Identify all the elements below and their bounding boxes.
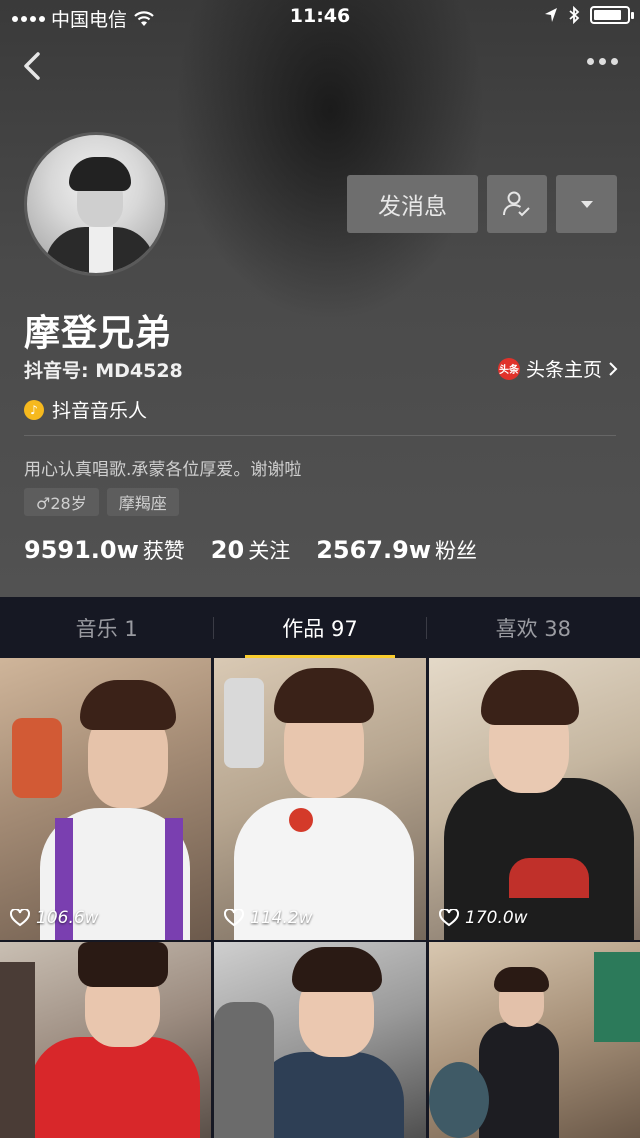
video-likes: 170.0w <box>439 908 528 928</box>
video-thumbnail[interactable]: 106.6w <box>0 658 211 940</box>
video-likes-count: 170.0w <box>465 908 528 928</box>
stat-followers-label: 粉丝 <box>435 539 477 563</box>
video-grid: 106.6w 114.2w 170.0w <box>0 658 640 1138</box>
video-likes-count: 106.6w <box>36 908 99 928</box>
profile-stats: 9591.0w 获赞 20 关注 2567.9w 粉丝 <box>24 535 503 565</box>
more-dropdown-button[interactable] <box>556 175 617 233</box>
stat-following[interactable]: 20 关注 <box>211 535 290 565</box>
tab-music[interactable]: 音乐 1 <box>0 597 213 658</box>
toutiao-logo-icon: 头条 <box>497 357 520 380</box>
video-likes-count: 114.2w <box>250 908 313 928</box>
battery-level <box>594 10 621 20</box>
stat-followers-value: 2567.9w <box>316 536 431 564</box>
douyin-id: 抖音号: MD4528 <box>24 360 183 382</box>
stat-followers[interactable]: 2567.9w 粉丝 <box>316 535 477 565</box>
bio: 用心认真唱歌.承蒙各位厚爱。谢谢啦 <box>24 460 302 480</box>
video-thumbnail[interactable]: 114.2w <box>214 658 426 940</box>
tab-works[interactable]: 作品 97 <box>213 597 426 658</box>
music-note-icon: ♪ <box>24 399 44 420</box>
follow-button[interactable] <box>487 175 547 233</box>
heart-icon <box>439 909 459 927</box>
profile-name: 摩登兄弟 <box>24 313 173 354</box>
tab-separator <box>213 617 214 639</box>
video-thumbnail[interactable] <box>429 942 640 1138</box>
heart-icon <box>224 909 244 927</box>
avatar[interactable] <box>24 132 168 276</box>
stat-following-label: 关注 <box>248 539 291 563</box>
verify-label: 抖音音乐人 <box>52 400 148 422</box>
status-right <box>544 6 634 24</box>
stat-following-value: 20 <box>210 536 245 564</box>
divider <box>24 435 616 436</box>
heart-icon <box>10 909 30 927</box>
bluetooth-icon <box>569 6 580 24</box>
more-options-icon[interactable] <box>587 58 618 65</box>
stat-likes-label: 获赞 <box>142 539 185 563</box>
toutiao-label: 头条主页 <box>525 359 602 381</box>
stat-likes-value: 9591.0w <box>24 536 139 564</box>
video-thumbnail[interactable] <box>214 942 426 1138</box>
location-icon <box>545 8 557 22</box>
video-likes: 114.2w <box>224 908 313 928</box>
video-thumbnail[interactable] <box>0 942 211 1138</box>
verified-musician: ♪ 抖音音乐人 <box>24 396 147 423</box>
tab-separator <box>426 617 427 639</box>
user-check-icon <box>503 191 530 217</box>
back-icon[interactable] <box>18 48 48 84</box>
chevron-right-icon <box>609 361 618 376</box>
profile-tags: ♂28岁 摩羯座 <box>24 488 179 516</box>
toutiao-homepage-link[interactable]: 头条 头条主页 <box>497 355 618 382</box>
tab-likes[interactable]: 喜欢 38 <box>427 597 640 658</box>
stat-likes: 9591.0w 获赞 <box>24 535 185 565</box>
video-thumbnail[interactable]: 170.0w <box>429 658 640 940</box>
video-likes: 106.6w <box>10 908 99 928</box>
battery-icon <box>590 6 634 24</box>
gender-age-tag: ♂28岁 <box>24 488 99 516</box>
status-bar: 中国电信 11:46 <box>0 0 640 34</box>
send-message-button[interactable]: 发消息 <box>347 175 478 233</box>
zodiac-tag: 摩羯座 <box>106 488 179 516</box>
profile-tabs: 音乐 1 作品 97 喜欢 38 <box>0 597 640 658</box>
triangle-down-icon <box>580 201 593 208</box>
